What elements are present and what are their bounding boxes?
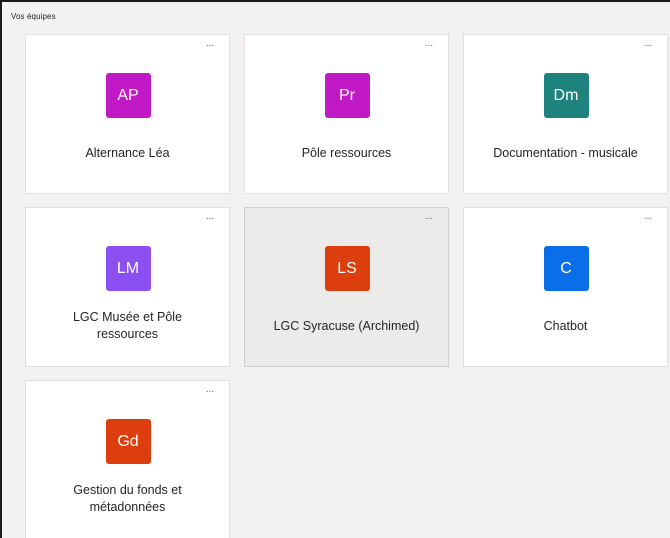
team-card-gestion-fonds-metadonnees[interactable]: ... Gd Gestion du fonds et métadonnées — [25, 380, 230, 538]
more-options-icon[interactable]: ... — [420, 37, 438, 51]
more-options-icon[interactable]: ... — [201, 210, 219, 224]
teams-grid: ... AP Alternance Léa ... Pr Pôle ressou… — [25, 34, 668, 538]
team-name: Pôle ressources — [301, 145, 392, 160]
more-options-icon[interactable]: ... — [420, 210, 438, 224]
team-name: LGC Syracuse (Archimed) — [273, 318, 420, 333]
team-avatar: AP — [105, 73, 151, 118]
team-name: Alternance Léa — [85, 145, 170, 160]
team-card-chatbot[interactable]: ... C Chatbot — [463, 207, 668, 367]
team-name: Documentation - musicale — [493, 145, 638, 160]
team-avatar: Pr — [324, 73, 370, 118]
team-avatar: C — [543, 246, 589, 291]
more-options-icon[interactable]: ... — [639, 210, 657, 224]
more-options-icon[interactable]: ... — [201, 383, 219, 397]
team-name: LGC Musée et Pôle ressources — [72, 310, 183, 341]
team-avatar: Gd — [105, 419, 151, 464]
team-avatar: Dm — [543, 73, 589, 118]
team-avatar: LM — [105, 246, 151, 291]
team-card-alternance-lea[interactable]: ... AP Alternance Léa — [25, 34, 230, 194]
section-title: Vos équipes — [11, 12, 56, 21]
team-card-pole-ressources[interactable]: ... Pr Pôle ressources — [244, 34, 449, 194]
more-options-icon[interactable]: ... — [201, 37, 219, 51]
team-card-lgc-musee-pole-ressources[interactable]: ... LM LGC Musée et Pôle ressources — [25, 207, 230, 367]
team-card-lgc-syracuse[interactable]: ... LS LGC Syracuse (Archimed) — [244, 207, 449, 367]
team-name: Gestion du fonds et métadonnées — [73, 483, 182, 514]
team-card-documentation-musicale[interactable]: ... Dm Documentation - musicale — [463, 34, 668, 194]
more-options-icon[interactable]: ... — [639, 37, 657, 51]
teams-view: Vos équipes ... AP Alternance Léa ... Pr… — [0, 0, 670, 538]
team-name: Chatbot — [543, 318, 588, 333]
team-avatar: LS — [324, 246, 370, 291]
